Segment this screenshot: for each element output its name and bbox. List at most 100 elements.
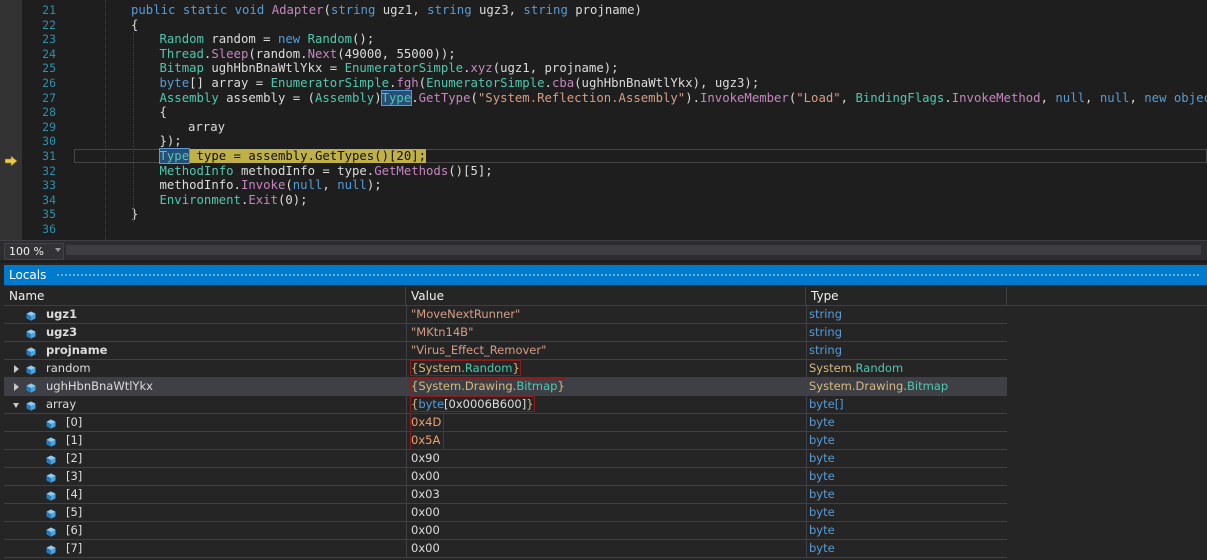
- code-token: ): [374, 90, 382, 105]
- field-cube-icon: [26, 345, 36, 357]
- value-cell[interactable]: "MoveNextRunner": [406, 306, 806, 323]
- code-token: Environment: [159, 192, 241, 207]
- code-token: ();: [352, 32, 375, 47]
- variable-value: 0x5A: [410, 431, 444, 450]
- line-number: 34: [42, 192, 56, 207]
- locals-row[interactable]: [3] 0x00 byte: [4, 468, 1007, 486]
- locals-title: Locals: [9, 268, 47, 282]
- zoom-dropdown[interactable]: 100 %: [4, 243, 64, 260]
- value-cell[interactable]: 0x03: [406, 486, 806, 503]
- horizontal-scrollbar[interactable]: [66, 245, 1201, 255]
- column-header-name[interactable]: Name: [4, 287, 406, 305]
- expand-arrow-icon[interactable]: [14, 365, 19, 373]
- code-line[interactable]: 29 array: [0, 120, 1207, 135]
- value-cell[interactable]: "MKtn14B": [406, 324, 806, 341]
- field-cube-icon: [26, 309, 36, 321]
- expand-arrow-icon[interactable]: [14, 383, 19, 391]
- name-cell: [5]: [4, 504, 406, 521]
- code-line[interactable]: 32 MethodInfo methodInfo = type.GetMethod…: [0, 164, 1207, 179]
- code-line[interactable]: 34 Environment.Exit(0);: [0, 193, 1207, 208]
- code-token: (: [470, 90, 478, 105]
- code-line[interactable]: 23 Random random = new Random();: [0, 32, 1207, 47]
- type-cell: byte: [806, 468, 1007, 485]
- value-cell[interactable]: "Virus_Effect_Remover": [406, 342, 806, 359]
- code-token: EnumeratorSimple: [344, 61, 464, 76]
- locals-row[interactable]: [0] 0x4D byte: [4, 413, 1007, 432]
- value-cell[interactable]: 0x5A: [406, 431, 806, 450]
- locals-row[interactable]: [5] 0x00 byte: [4, 504, 1007, 522]
- value-cell[interactable]: 0x90: [406, 450, 806, 467]
- code-editor[interactable]: 21 public static void Adapter(string ugz1…: [0, 0, 1207, 240]
- variable-type: byte: [809, 487, 835, 501]
- locals-row[interactable]: random {System.Random} System.Random: [4, 360, 1007, 378]
- locals-row[interactable]: [2] 0x90 byte: [4, 450, 1007, 468]
- code-text: public static void Adapter(string ugz1, …: [131, 3, 642, 18]
- code-token: string: [427, 3, 479, 17]
- field-cube-icon: [26, 399, 36, 411]
- variable-value: 0x4D: [410, 413, 444, 432]
- code-token: string: [523, 3, 576, 17]
- code-line[interactable]: 21 public static void Adapter(string ugz1…: [0, 3, 1207, 18]
- variable-value: 0x00: [411, 469, 440, 483]
- locals-title-bar[interactable]: Locals: [4, 265, 1207, 285]
- locals-row[interactable]: [6] 0x00 byte: [4, 522, 1007, 540]
- line-number: 22: [42, 17, 56, 32]
- code-line[interactable]: 26 byte[] array = EnumeratorSimple.fgh(En…: [0, 76, 1207, 91]
- variable-type: byte: [809, 505, 835, 519]
- locals-row[interactable]: array {byte[0x0006B600]} byte[]: [4, 396, 1007, 414]
- code-token: Thread: [159, 46, 204, 61]
- variable-name: [3]: [66, 469, 83, 483]
- value-cell[interactable]: 0x00: [406, 468, 806, 485]
- variable-type: string: [809, 307, 843, 321]
- variable-name: random: [46, 361, 91, 375]
- value-cell[interactable]: {byte[0x0006B600]}: [406, 396, 806, 413]
- code-line[interactable]: 31 Type type = assembly.GetTypes()[20];: [0, 148, 1207, 164]
- name-cell: ugz1: [4, 306, 406, 323]
- collapse-arrow-icon[interactable]: [13, 403, 19, 408]
- value-cell[interactable]: 0x00: [406, 522, 806, 539]
- code-line[interactable]: 35}: [0, 207, 1207, 222]
- column-header-value[interactable]: Value: [406, 287, 806, 305]
- locals-row[interactable]: ugz1 "MoveNextRunner" string: [4, 306, 1007, 324]
- code-line[interactable]: 22 {: [0, 18, 1207, 33]
- variable-name: ughHbnBnaWtlYkx: [46, 379, 153, 393]
- value-cell[interactable]: {System.Drawing.Bitmap}: [406, 378, 806, 395]
- code-line[interactable]: 36: [0, 222, 1207, 237]
- variable-name: ugz1: [46, 307, 78, 321]
- line-number: 30: [42, 134, 56, 149]
- code-line[interactable]: 30});: [0, 134, 1207, 149]
- type-cell: byte[]: [806, 396, 1007, 413]
- code-token: ,: [840, 90, 856, 105]
- code-token: InvokeMember: [700, 90, 789, 105]
- name-cell: projname: [4, 342, 406, 359]
- code-token: null: [292, 178, 323, 193]
- value-cell[interactable]: 0x00: [406, 504, 806, 521]
- code-token: projname): [575, 3, 642, 17]
- code-token: {: [159, 105, 167, 120]
- field-cube-icon: [46, 471, 56, 483]
- code-line[interactable]: 33 methodInfo.Invoke(null, null);: [0, 178, 1207, 193]
- code-line[interactable]: 27 Assembly assembly = (Assembly)Type.Get…: [0, 89, 1207, 106]
- variable-type: string: [809, 325, 843, 339]
- locals-row[interactable]: [1] 0x5A byte: [4, 431, 1007, 450]
- value-cell[interactable]: 0x00: [406, 540, 806, 557]
- value-cell[interactable]: {System.Random}: [406, 360, 806, 377]
- type-cell: byte: [806, 432, 1007, 449]
- locals-row[interactable]: ugz3 "MKtn14B" string: [4, 324, 1007, 342]
- code-line[interactable]: 28 {: [0, 105, 1207, 120]
- column-header-type[interactable]: Type: [806, 287, 1007, 305]
- locals-row[interactable]: [4] 0x03 byte: [4, 486, 1007, 504]
- variable-type: byte: [809, 541, 835, 555]
- code-token: cba: [551, 76, 575, 90]
- code-token: (ughHbnBnaWtlYkx), ugz3);: [574, 76, 760, 90]
- code-line[interactable]: 24 Thread.Sleep(random.Next(49000, 55000)…: [0, 47, 1207, 62]
- name-cell: ugz3: [4, 324, 406, 341]
- locals-row[interactable]: ughHbnBnaWtlYkx {System.Drawing.Bitmap} Sy…: [4, 378, 1007, 396]
- code-line[interactable]: 25 Bitmap ughHbnBnaWtlYkx = EnumeratorSim…: [0, 61, 1207, 76]
- locals-row[interactable]: projname "Virus_Effect_Remover" string: [4, 342, 1007, 360]
- title-grip[interactable]: [56, 273, 1201, 278]
- locals-row[interactable]: [7] 0x00 byte: [4, 540, 1007, 558]
- variable-value: 0x00: [411, 505, 440, 519]
- value-cell[interactable]: 0x4D: [406, 413, 806, 432]
- code-token: BindingFlags: [855, 90, 945, 105]
